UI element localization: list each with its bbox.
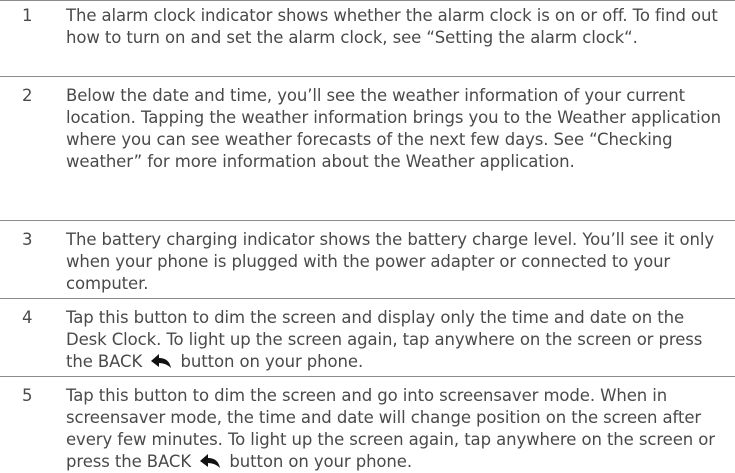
item-description: The alarm clock indicator shows whether … [66,6,718,47]
back-arrow-icon [200,454,221,468]
back-arrow-icon [151,354,172,368]
item-text-after-icon: button on your phone. [180,352,364,371]
table-row: 5 Tap this button to dim the screen and … [0,376,735,471]
table-row: 1 The alarm clock indicator shows whethe… [0,0,735,76]
item-description: Tap this button to dim the screen and di… [66,307,728,373]
item-description: The battery charging indicator shows the… [66,230,714,293]
table-row: 4 Tap this button to dim the screen and … [0,298,735,376]
table-row: 2 Below the date and time, you’ll see th… [0,76,735,220]
item-number: 4 [22,308,33,327]
table-row: 3 The battery charging indicator shows t… [0,220,735,298]
item-description: Below the date and time, you’ll see the … [66,86,721,171]
item-number: 1 [22,6,33,25]
item-description: Tap this button to dim the screen and go… [66,385,728,473]
item-text-after-icon: button on your phone. [229,452,412,471]
item-number: 5 [22,386,33,405]
item-number: 2 [22,86,33,105]
item-number: 3 [22,230,33,249]
